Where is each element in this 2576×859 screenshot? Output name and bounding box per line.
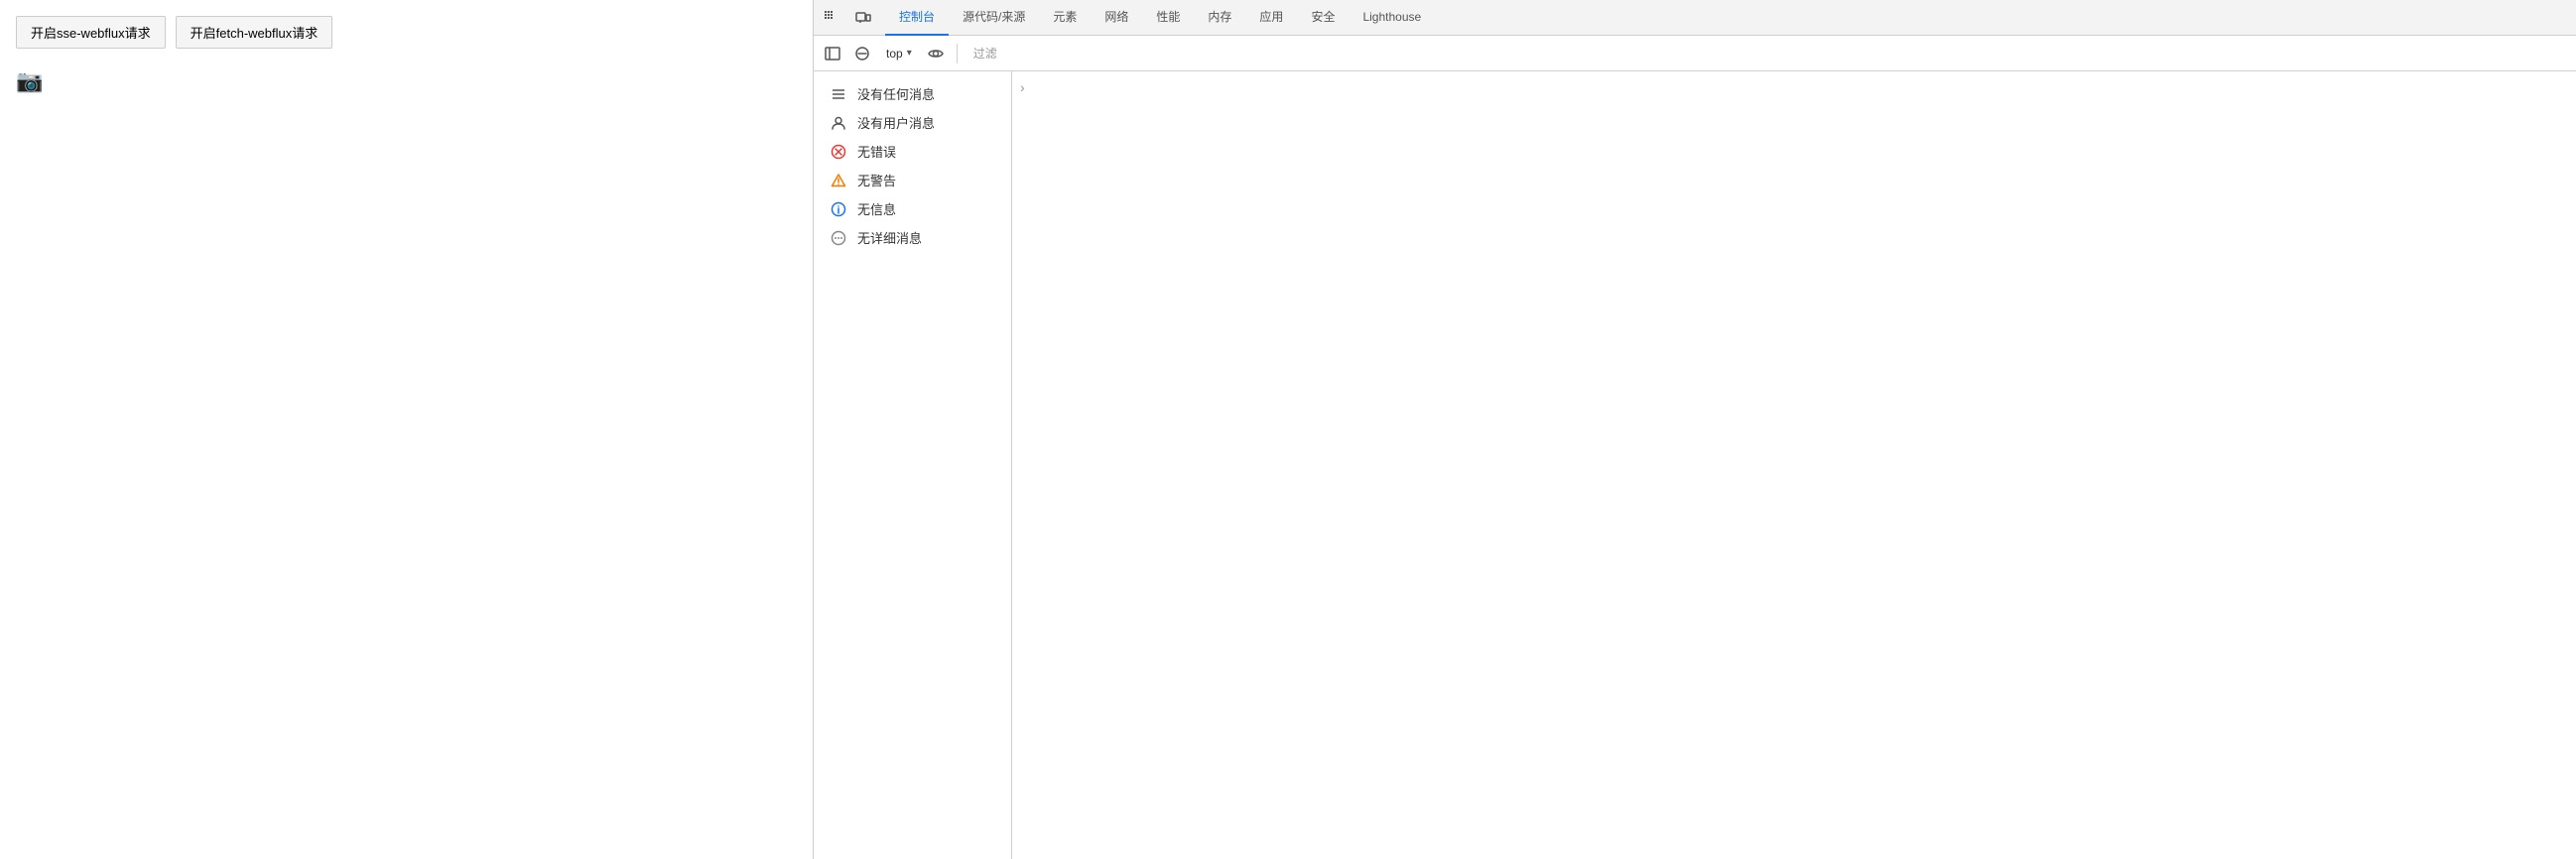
filter-item-verbose[interactable]: 无详细消息: [814, 223, 1011, 252]
tab-elements[interactable]: 元素: [1039, 0, 1091, 36]
filter-errors-label: 无错误: [857, 142, 896, 161]
filter-verbose-label: 无详细消息: [857, 228, 922, 247]
filter-item-warnings[interactable]: 无警告: [814, 166, 1011, 194]
chevron-down-icon: ▾: [907, 48, 912, 59]
chevron-right-icon[interactable]: ›: [1020, 79, 1025, 95]
console-toolbar: top ▾: [814, 36, 2576, 71]
context-selector[interactable]: top ▾: [879, 44, 919, 63]
clear-console-icon[interactable]: [849, 41, 875, 66]
tab-network[interactable]: 网络: [1091, 0, 1142, 36]
tab-sources[interactable]: 源代码/来源: [949, 0, 1039, 36]
console-main: ›: [1012, 71, 2576, 859]
eye-icon[interactable]: [923, 41, 949, 66]
user-icon: [830, 114, 847, 132]
error-icon: [830, 143, 847, 161]
tab-application[interactable]: 应用: [1245, 0, 1297, 36]
tab-security[interactable]: 安全: [1297, 0, 1349, 36]
list-icon: [830, 85, 847, 103]
filter-item-all[interactable]: 没有任何消息: [814, 79, 1011, 108]
filter-all-label: 没有任何消息: [857, 84, 935, 103]
filter-info-label: 无信息: [857, 199, 896, 218]
verbose-icon: [830, 229, 847, 247]
devtools-panel: 控制台 源代码/来源 元素 网络 性能 内存 应用 安全 Lighthouse: [814, 0, 2576, 859]
devtools-tab-bar: 控制台 源代码/来源 元素 网络 性能 内存 应用 安全 Lighthouse: [814, 0, 2576, 36]
filter-item-info[interactable]: 无信息: [814, 194, 1011, 223]
filter-sidebar: 没有任何消息 没有用户消息: [814, 71, 1012, 859]
filter-item-errors[interactable]: 无错误: [814, 137, 1011, 166]
tab-lighthouse[interactable]: Lighthouse: [1349, 0, 1435, 36]
fetch-button[interactable]: 开启fetch-webflux请求: [176, 16, 333, 49]
filter-item-user[interactable]: 没有用户消息: [814, 108, 1011, 137]
filter-warnings-label: 无警告: [857, 171, 896, 189]
warning-icon: [830, 172, 847, 189]
webpage-buttons: 开启sse-webflux请求 开启fetch-webflux请求: [16, 16, 797, 49]
info-icon: [830, 200, 847, 218]
inspect-icon[interactable]: [818, 4, 845, 32]
filter-user-label: 没有用户消息: [857, 113, 935, 132]
context-label: top: [886, 47, 903, 61]
responsive-icon[interactable]: [849, 4, 877, 32]
filter-input[interactable]: [966, 43, 2570, 64]
tab-performance[interactable]: 性能: [1142, 0, 1194, 36]
tab-icons-left: [818, 4, 877, 32]
sidebar-toggle-icon[interactable]: [820, 41, 845, 66]
tab-memory[interactable]: 内存: [1194, 0, 1245, 36]
sse-button[interactable]: 开启sse-webflux请求: [16, 16, 166, 49]
toolbar-divider: [957, 44, 958, 63]
tab-console[interactable]: 控制台: [885, 0, 949, 36]
webpage-panel: 开启sse-webflux请求 开启fetch-webflux请求 📷: [0, 0, 814, 859]
camera-icon: 📷: [16, 68, 43, 94]
console-content: 没有任何消息 没有用户消息: [814, 71, 2576, 859]
